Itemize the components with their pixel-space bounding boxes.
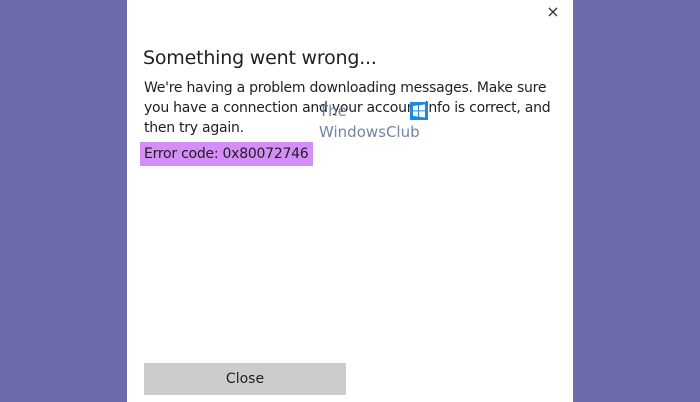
error-code-label: Error code: 0x80072746 (140, 142, 314, 166)
error-dialog: × Something went wrong... We're having a… (127, 0, 573, 402)
dialog-title: Something went wrong... (143, 47, 377, 69)
close-button[interactable]: Close (144, 363, 346, 395)
close-icon[interactable]: × (541, 1, 565, 23)
error-message: We're having a problem downloading messa… (144, 80, 551, 136)
